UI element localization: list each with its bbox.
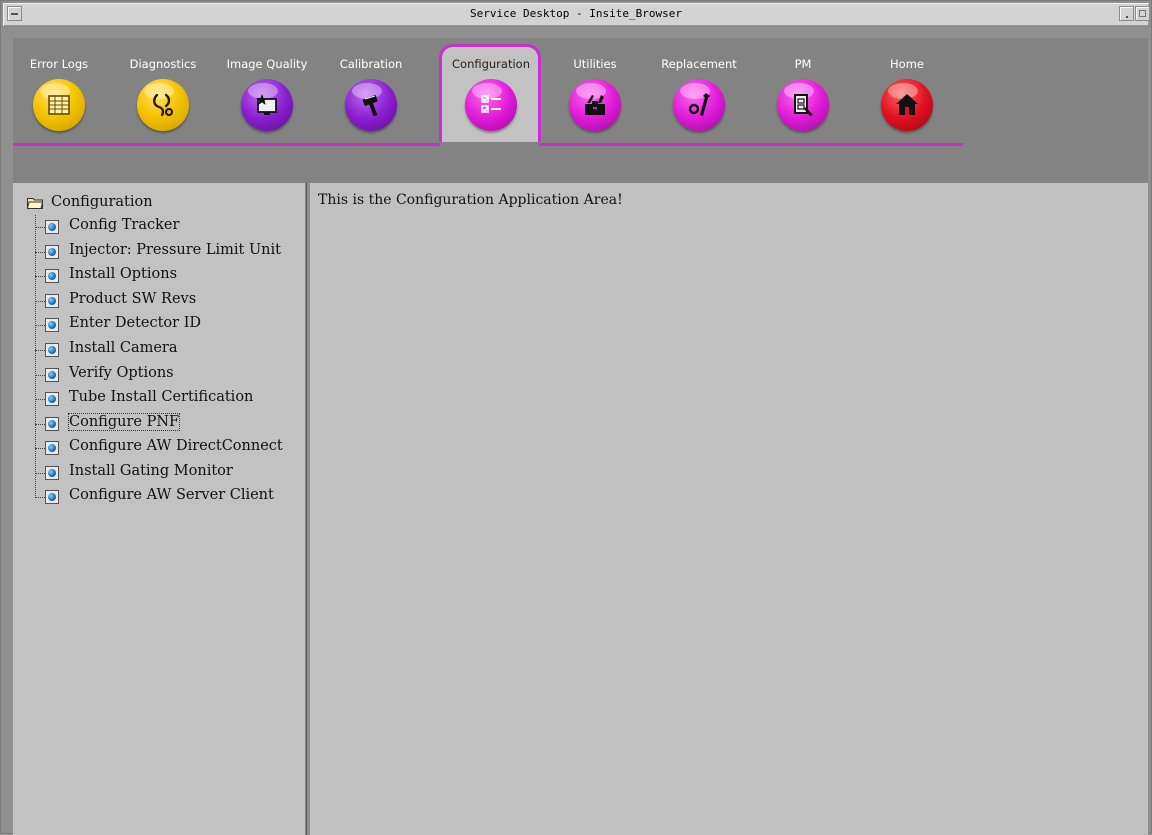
config-item-icon bbox=[45, 466, 59, 480]
tab-label: Image Quality bbox=[226, 57, 308, 71]
title-bar[interactable]: Service Desktop - Insite_Browser bbox=[3, 3, 1150, 27]
folder-open-icon bbox=[27, 198, 43, 209]
tab-label: Calibration bbox=[339, 57, 403, 71]
config-item-icon bbox=[45, 441, 59, 455]
tab-replacement[interactable]: Replacement bbox=[647, 47, 751, 133]
checklist-icon bbox=[465, 79, 517, 131]
config-item-icon bbox=[45, 368, 59, 382]
pm-document-wrench-icon bbox=[777, 79, 829, 131]
tab-label: PM bbox=[794, 57, 812, 71]
wrench-icon bbox=[673, 79, 725, 131]
config-item-icon bbox=[45, 245, 59, 259]
tab-pm[interactable]: PM bbox=[751, 47, 855, 133]
active-tab-underline bbox=[539, 143, 963, 146]
tab-label: Configuration bbox=[452, 57, 530, 71]
tab-image-quality[interactable]: Image Quality bbox=[215, 47, 319, 133]
tab-label: Error Logs bbox=[29, 57, 89, 71]
minimize-button[interactable] bbox=[1119, 6, 1134, 21]
toolbox-icon bbox=[569, 79, 621, 131]
tab-calibration[interactable]: Calibration bbox=[319, 47, 423, 133]
config-item-icon bbox=[45, 294, 59, 308]
tab-label: Home bbox=[890, 57, 924, 71]
config-item-icon bbox=[45, 269, 59, 283]
tab-error-logs[interactable]: Error Logs bbox=[7, 47, 111, 133]
app-window: Service Desktop - Insite_Browser Error L… bbox=[0, 0, 1152, 835]
tab-diagnostics[interactable]: Diagnostics bbox=[111, 47, 215, 133]
tab-utilities[interactable]: Utilities bbox=[543, 47, 647, 133]
log-table-icon bbox=[33, 79, 85, 131]
window-title: Service Desktop - Insite_Browser bbox=[470, 7, 682, 20]
content-area: Configuration Config Tracker Injector: P… bbox=[13, 183, 1148, 835]
tab-home[interactable]: Home bbox=[855, 47, 959, 133]
tree-connector-line bbox=[35, 215, 36, 498]
service-toolbar: Error Logs Diagnostics Image Quality Cal… bbox=[13, 38, 1148, 183]
config-item-icon bbox=[45, 490, 59, 504]
config-item-icon bbox=[45, 417, 59, 431]
calibration-tool-icon bbox=[345, 79, 397, 131]
tab-label: Replacement bbox=[661, 57, 737, 71]
application-area-message: This is the Configuration Application Ar… bbox=[318, 192, 623, 208]
stethoscope-icon bbox=[137, 79, 189, 131]
application-area: This is the Configuration Application Ar… bbox=[310, 183, 1148, 835]
tree-root-label: Configuration bbox=[51, 194, 153, 210]
tab-label: Diagnostics bbox=[129, 57, 197, 71]
navigation-tree-panel: Configuration Config Tracker Injector: P… bbox=[13, 183, 306, 835]
config-item-icon bbox=[45, 318, 59, 332]
tab-label: Utilities bbox=[573, 57, 617, 71]
config-item-icon bbox=[45, 343, 59, 357]
monitor-star-icon bbox=[241, 79, 293, 131]
tab-configuration[interactable]: Configuration bbox=[439, 47, 543, 133]
home-icon bbox=[881, 79, 933, 131]
config-item-icon bbox=[45, 220, 59, 234]
config-item-icon bbox=[45, 392, 59, 406]
active-tab-underline bbox=[13, 143, 441, 146]
maximize-button[interactable] bbox=[1135, 6, 1150, 21]
